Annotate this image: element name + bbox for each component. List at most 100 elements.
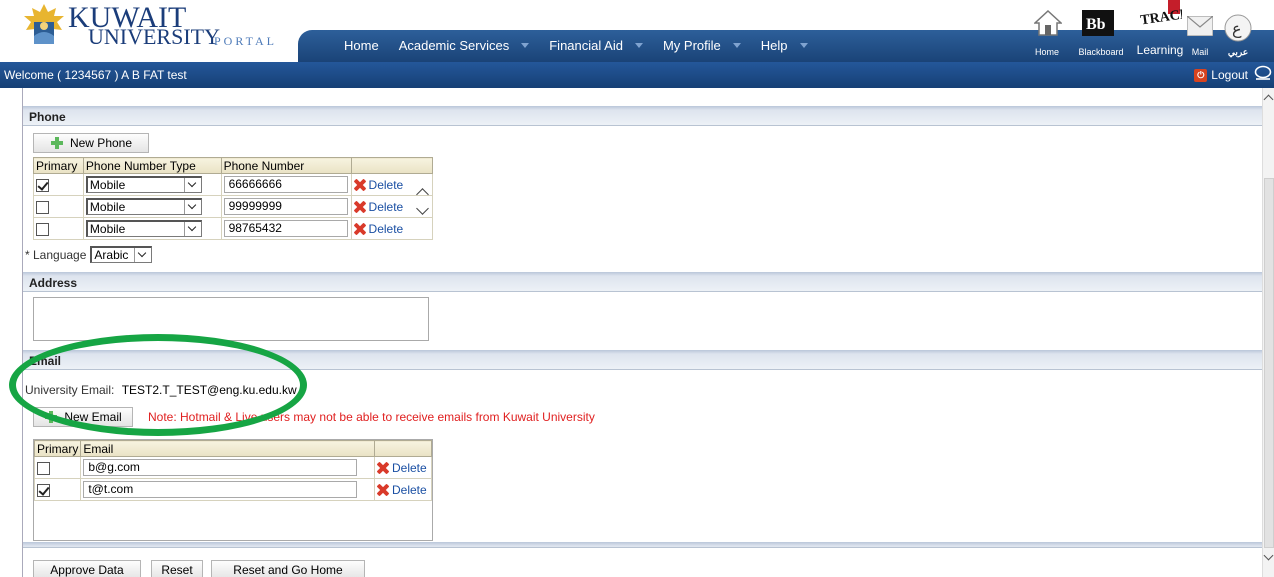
quick-link-learning[interactable]: TRACK Learning [1134, 0, 1186, 62]
chat-bubble-icon[interactable] [1254, 65, 1272, 81]
phone-type-value: Mobile [89, 178, 126, 192]
col-phone-type: Phone Number Type [82, 157, 222, 174]
top-quick-links: Home Bb Blackboard TRACK Learning Mail ع… [1030, 0, 1274, 62]
quick-link-learning-label: Learning [1136, 43, 1184, 57]
nav-my-profile[interactable]: My Profile [663, 38, 741, 53]
chevron-down-icon [134, 248, 152, 262]
number-cell: 98765432 [220, 217, 352, 240]
phone-type-select[interactable]: Mobile [85, 198, 202, 215]
phone-type-select[interactable]: Mobile [85, 220, 202, 237]
new-email-button[interactable]: New Email [33, 407, 133, 427]
delete-label: Delete [392, 482, 427, 497]
nav-home-label: Home [344, 38, 379, 53]
quick-link-arabic[interactable]: ع عربي [1220, 0, 1256, 62]
type-cell: Mobile [82, 173, 222, 196]
col-primary: Primary [33, 157, 84, 174]
svg-text:ع: ع [1232, 19, 1242, 39]
delete-label: Delete [368, 199, 404, 214]
scroll-up-icon[interactable] [1263, 94, 1274, 105]
plus-icon [50, 136, 64, 150]
nav-help-label: Help [760, 38, 788, 53]
col-email: Email [80, 440, 375, 457]
delete-label: Delete [392, 460, 427, 475]
language-select[interactable]: Arabic [90, 246, 153, 263]
phone-number-input[interactable]: 98765432 [223, 220, 348, 237]
nav-financial-aid-label: Financial Aid [549, 38, 623, 53]
university-email-label: University Email: [25, 383, 115, 397]
quick-link-blackboard[interactable]: Bb Blackboard [1070, 0, 1132, 62]
quick-link-home[interactable]: Home [1030, 0, 1064, 62]
delete-label: Delete [368, 177, 404, 192]
quick-link-mail-label: Mail [1191, 47, 1209, 57]
table-row: b@g.com Delete [33, 456, 432, 479]
blackboard-icon: Bb [1082, 10, 1114, 36]
phone-section-header: Phone [23, 106, 1263, 126]
chevron-down-icon [183, 178, 201, 192]
quick-link-mail[interactable]: Mail [1184, 0, 1216, 62]
page-scrollbar[interactable] [1262, 88, 1274, 577]
table-row: t@t.com Delete [33, 478, 432, 501]
delete-email-button[interactable]: Delete [377, 461, 429, 475]
home-icon [1034, 10, 1062, 36]
type-cell: Mobile [82, 195, 222, 218]
email-input[interactable]: b@g.com [83, 459, 358, 476]
primary-checkbox[interactable] [36, 222, 49, 236]
content-top-spacer [23, 88, 1262, 102]
primary-checkbox[interactable] [36, 200, 49, 214]
email-table-header: Primary Email [33, 440, 432, 457]
portal-header: KUWAIT UNIVERSITY PORTAL Home Academic S… [0, 0, 1274, 62]
phone-type-value: Mobile [89, 222, 126, 236]
col-actions [374, 440, 432, 457]
scroll-thumb[interactable] [1264, 178, 1274, 548]
nav-academic-services-label: Academic Services [398, 38, 510, 53]
nav-help[interactable]: Help [761, 38, 808, 53]
email-cell: t@t.com [80, 478, 375, 501]
scroll-down-icon[interactable] [1263, 550, 1274, 561]
chevron-down-icon [416, 202, 429, 215]
primary-checkbox[interactable] [37, 461, 50, 475]
learning-icon: TRACK [1139, 0, 1182, 29]
col-actions [350, 157, 434, 174]
svg-text:TRACK: TRACK [1139, 7, 1182, 29]
nav-academic-services[interactable]: Academic Services [399, 38, 530, 53]
dropdown-arrow-icon [732, 43, 741, 48]
plus-icon [44, 410, 58, 424]
phone-type-select[interactable]: Mobile [85, 176, 202, 193]
logout-button[interactable]: ⏻ Logout [1194, 68, 1248, 82]
dropdown-arrow-icon [634, 43, 643, 48]
kuwait-university-logo[interactable]: KUWAIT UNIVERSITY PORTAL [22, 2, 302, 52]
email-table-container: Primary Email b@g.com Delete t@t.com Del… [33, 439, 433, 541]
approve-data-button[interactable]: Approve Data [33, 560, 141, 577]
delete-x-icon [354, 179, 366, 191]
phone-number-input[interactable]: 66666666 [223, 176, 348, 193]
phone-table: Primary Phone Number Type Phone Number M… [33, 157, 434, 240]
address-field[interactable] [33, 297, 429, 341]
reset-and-go-home-button[interactable]: Reset and Go Home [211, 560, 365, 577]
profile-form: Phone New Phone Primary Phone Number Typ… [9, 88, 1263, 577]
language-row: * Language Arabic [25, 246, 153, 263]
new-phone-button[interactable]: New Phone [33, 133, 149, 153]
svg-text:Bb: Bb [1086, 16, 1106, 33]
phone-table-header: Primary Phone Number Type Phone Number [33, 157, 434, 174]
primary-checkbox[interactable] [37, 483, 50, 497]
delete-phone-button[interactable]: Delete [354, 222, 430, 236]
reset-button[interactable]: Reset [151, 560, 203, 577]
phone-table-scrollbar[interactable] [416, 184, 430, 222]
nav-financial-aid[interactable]: Financial Aid [549, 38, 643, 53]
chevron-down-icon [183, 222, 201, 236]
nav-my-profile-label: My Profile [662, 38, 721, 53]
nav-home[interactable]: Home [344, 38, 379, 53]
col-primary: Primary [33, 440, 82, 457]
email-input[interactable]: t@t.com [83, 481, 358, 498]
email-warning-note: Note: Hotmail & Live users may not be ab… [148, 410, 595, 424]
logo-university-text: UNIVERSITY [88, 24, 220, 49]
table-row: Mobile 98765432 Delete [33, 217, 434, 240]
quick-link-home-label: Home [1034, 47, 1059, 57]
phone-number-input[interactable]: 99999999 [223, 198, 348, 215]
col-phone-number: Phone Number [220, 157, 352, 174]
email-table: Primary Email b@g.com Delete t@t.com Del… [33, 440, 432, 501]
delete-x-icon [354, 201, 366, 213]
email-cell: b@g.com [80, 456, 375, 479]
delete-email-button[interactable]: Delete [377, 483, 429, 497]
primary-checkbox[interactable] [36, 178, 49, 192]
